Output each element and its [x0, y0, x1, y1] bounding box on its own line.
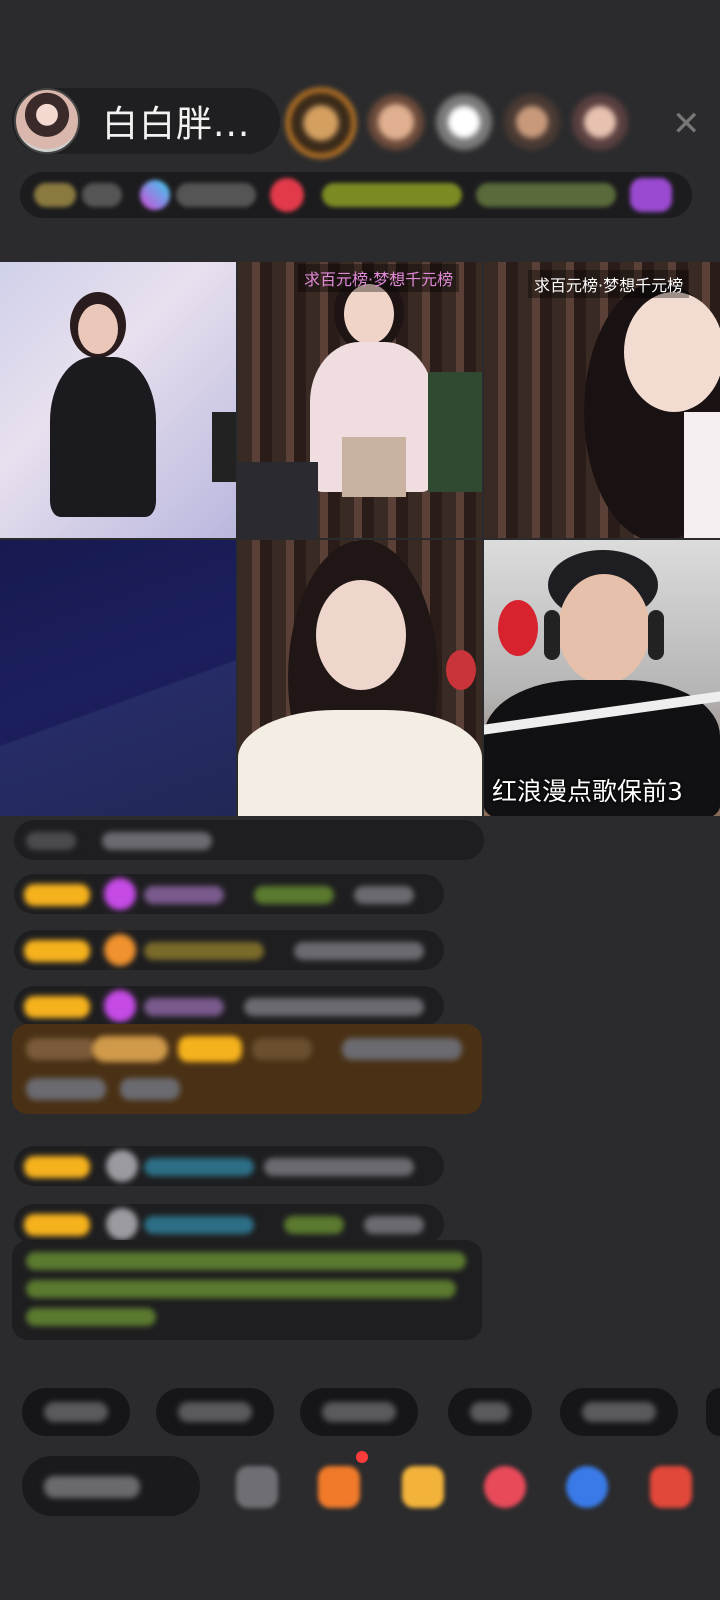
cell-banner: 求百元榜·梦想千元榜	[528, 270, 690, 298]
video-cell-5[interactable]	[238, 540, 482, 816]
tag-icon	[140, 180, 170, 210]
quick-chip-1[interactable]	[22, 1388, 130, 1436]
gift-icon[interactable]	[650, 1466, 692, 1508]
game-icon[interactable]	[566, 1466, 608, 1508]
viewer-avatar[interactable]	[436, 94, 492, 150]
chat-message	[14, 986, 444, 1026]
level-badge-icon	[24, 884, 90, 906]
level-badge-icon	[24, 1214, 90, 1236]
system-notice	[12, 1240, 482, 1340]
level-badge-icon	[24, 940, 90, 962]
host-name: 白白胖...	[102, 104, 251, 145]
chat-message	[14, 1146, 444, 1186]
quick-chip-5[interactable]	[560, 1388, 678, 1436]
fan-club-icon[interactable]	[484, 1466, 526, 1508]
tag-icon	[270, 178, 304, 212]
chat-input[interactable]	[22, 1456, 200, 1516]
quick-chip-3[interactable]	[300, 1388, 418, 1436]
viewer-avatar[interactable]	[286, 88, 356, 158]
gift-message	[12, 1024, 482, 1114]
close-icon[interactable]: ✕	[672, 104, 701, 144]
video-cell-2[interactable]: 求百元榜·梦想千元榜	[238, 262, 482, 538]
tag-text	[82, 183, 122, 207]
level-badge-icon	[24, 996, 90, 1018]
quick-chip-2[interactable]	[156, 1388, 274, 1436]
quick-chip-4[interactable]	[448, 1388, 532, 1436]
cell-banner: 求百元榜·梦想千元榜	[298, 264, 460, 292]
level-icon	[104, 934, 136, 966]
chat-message	[14, 1204, 444, 1244]
level-badge-icon	[34, 183, 76, 207]
tag-text	[176, 183, 256, 207]
viewer-avatar[interactable]	[368, 94, 424, 150]
treasure-icon[interactable]	[402, 1466, 444, 1508]
viewer-avatar[interactable]	[572, 94, 628, 150]
viewer-avatar[interactable]	[504, 94, 560, 150]
host-avatar[interactable]	[14, 88, 80, 154]
host-info-pill[interactable]: 白白胖...	[12, 88, 280, 154]
video-cell-3[interactable]: 求百元榜·梦想千元榜	[484, 262, 720, 538]
video-cell-6[interactable]: 红浪漫点歌保前3	[484, 540, 720, 816]
diamond-icon	[104, 878, 136, 910]
tag-text	[322, 183, 462, 207]
chat-message	[14, 820, 484, 860]
tag-text	[476, 183, 616, 207]
chat-message	[14, 930, 444, 970]
notification-dot	[356, 1451, 368, 1463]
level-badge-icon	[24, 1156, 90, 1178]
tag-icon	[630, 178, 672, 212]
video-cell-4[interactable]	[0, 540, 236, 816]
chat-message	[14, 874, 444, 914]
quick-chip-6[interactable]	[706, 1388, 720, 1436]
gift-box-icon[interactable]	[318, 1466, 360, 1508]
cell-caption: 红浪漫点歌保前3	[492, 777, 683, 806]
emoji-icon[interactable]	[236, 1466, 278, 1508]
diamond-icon	[104, 990, 136, 1022]
video-cell-1[interactable]	[0, 262, 236, 538]
